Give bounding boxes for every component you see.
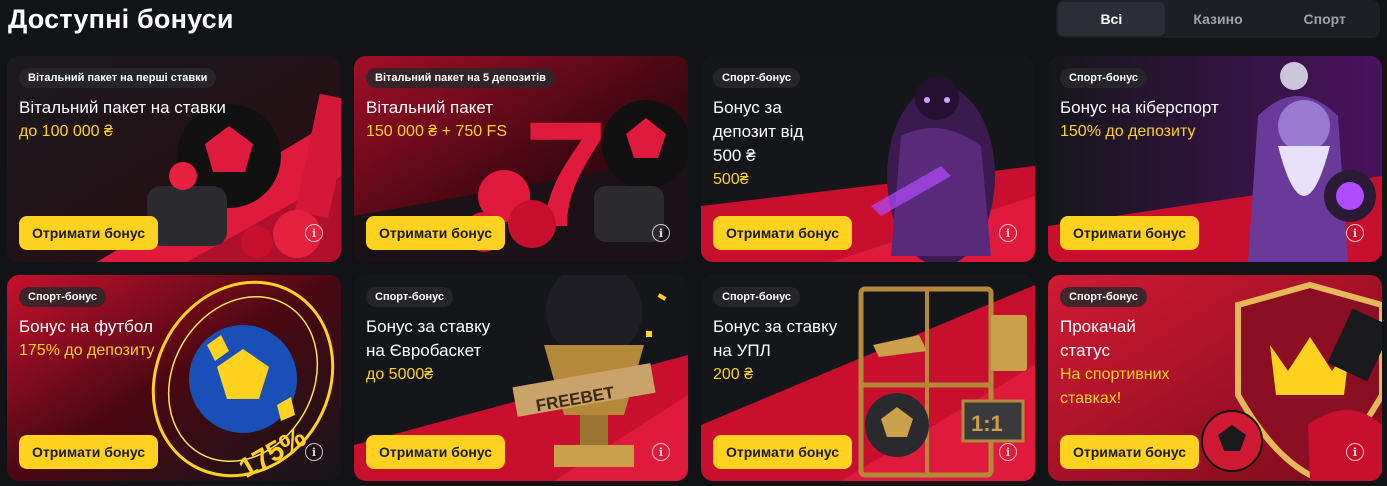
filter-tabs: Всі Казино Спорт xyxy=(1056,0,1380,38)
card-amount: до 5000₴ xyxy=(366,366,434,383)
bonus-card: 7 Вітальний пакет на 5 депозитів Вітальн… xyxy=(354,56,688,262)
card-amount: 175% до депозиту xyxy=(19,342,155,359)
info-icon[interactable]: i xyxy=(652,224,670,242)
card-badge: Спорт-бонус xyxy=(1060,68,1148,88)
card-title: Бонус на футбол xyxy=(19,317,153,336)
card-content: Спорт-бонус Бонус на футбол 175% до депо… xyxy=(19,287,329,363)
card-badge: Спорт-бонус xyxy=(713,287,801,307)
page-title: Доступні бонуси xyxy=(8,4,234,34)
card-badge: Спорт-бонус xyxy=(713,68,801,88)
card-title: Бонус за ставку на УПЛ xyxy=(713,317,838,360)
get-bonus-button[interactable]: Отримати бонус xyxy=(19,216,159,250)
get-bonus-button[interactable]: Отримати бонус xyxy=(713,435,853,469)
card-badge: Вітальний пакет на перші ставки xyxy=(19,68,217,88)
card-title: Бонус на кіберспорт xyxy=(1060,98,1219,117)
bonus-card: 1:1 Спорт-бонус Бонус за ставку на УПЛ 2… xyxy=(701,275,1035,481)
card-content: Спорт-бонус Бонус за депозит від 500 ₴ 5… xyxy=(713,68,1023,192)
get-bonus-button[interactable]: Отримати бонус xyxy=(366,216,506,250)
card-content: Вітальний пакет на 5 депозитів Вітальний… xyxy=(366,68,676,144)
card-badge: Спорт-бонус xyxy=(1060,287,1148,307)
tab-all[interactable]: Всі xyxy=(1058,2,1165,36)
card-content: Спорт-бонус Бонус на кіберспорт 150% до … xyxy=(1060,68,1370,144)
card-amount: 200 ₴ xyxy=(713,366,754,383)
card-badge: Спорт-бонус xyxy=(19,287,107,307)
info-icon[interactable]: i xyxy=(305,224,323,242)
card-title: Бонус за депозит від 500 ₴ xyxy=(713,98,804,165)
bonus-card: Спорт-бонус Бонус за депозит від 500 ₴ 5… xyxy=(701,56,1035,262)
art-label: 1:1 xyxy=(971,411,1003,436)
get-bonus-button[interactable]: Отримати бонус xyxy=(19,435,159,469)
get-bonus-button[interactable]: Отримати бонус xyxy=(1060,435,1200,469)
card-content: Спорт-бонус Бонус за ставку на УПЛ 200 ₴ xyxy=(713,287,1023,387)
card-amount: 500₴ xyxy=(713,171,749,188)
card-content: Вітальний пакет на перші ставки Вітальни… xyxy=(19,68,329,144)
card-amount: 150% до депозиту xyxy=(1060,123,1196,140)
bonus-card: Спорт-бонус Бонус на кіберспорт 150% до … xyxy=(1048,56,1382,262)
bonus-card: 175% Спорт-бонус Бонус на футбол 175% до… xyxy=(7,275,341,481)
info-icon[interactable]: i xyxy=(1346,224,1364,242)
card-amount: 150 000 ₴ + 750 FS xyxy=(366,123,507,140)
card-title: Бонус за ставку на Євробаскет xyxy=(366,317,491,360)
info-icon[interactable]: i xyxy=(1346,443,1364,461)
info-icon[interactable]: i xyxy=(999,224,1017,242)
card-badge: Спорт-бонус xyxy=(366,287,454,307)
get-bonus-button[interactable]: Отримати бонус xyxy=(366,435,506,469)
card-amount: На спортивних ставках! xyxy=(1060,366,1170,407)
card-title: Вітальний пакет на ставки xyxy=(19,98,226,117)
info-icon[interactable]: i xyxy=(999,443,1017,461)
get-bonus-button[interactable]: Отримати бонус xyxy=(1060,216,1200,250)
info-icon[interactable]: i xyxy=(652,443,670,461)
card-content: Спорт-бонус Бонус за ставку на Євробаске… xyxy=(366,287,676,387)
get-bonus-button[interactable]: Отримати бонус xyxy=(713,216,853,250)
tab-sport[interactable]: Спорт xyxy=(1271,2,1378,36)
bonus-card: Спорт-бонус Прокачай статус На спортивни… xyxy=(1048,275,1382,481)
tab-casino[interactable]: Казино xyxy=(1165,2,1272,36)
card-badge: Вітальний пакет на 5 депозитів xyxy=(366,68,555,88)
bonus-card: FREEBET Спорт-бонус Бонус за ставку на Є… xyxy=(354,275,688,481)
bonus-card: Вітальний пакет на перші ставки Вітальни… xyxy=(7,56,341,262)
bonus-grid: Вітальний пакет на перші ставки Вітальни… xyxy=(7,56,1382,481)
card-amount: до 100 000 ₴ xyxy=(19,123,113,140)
card-title: Вітальний пакет xyxy=(366,98,494,117)
card-title: Прокачай статус xyxy=(1060,317,1136,360)
card-content: Спорт-бонус Прокачай статус На спортивни… xyxy=(1060,287,1370,411)
info-icon[interactable]: i xyxy=(305,443,323,461)
